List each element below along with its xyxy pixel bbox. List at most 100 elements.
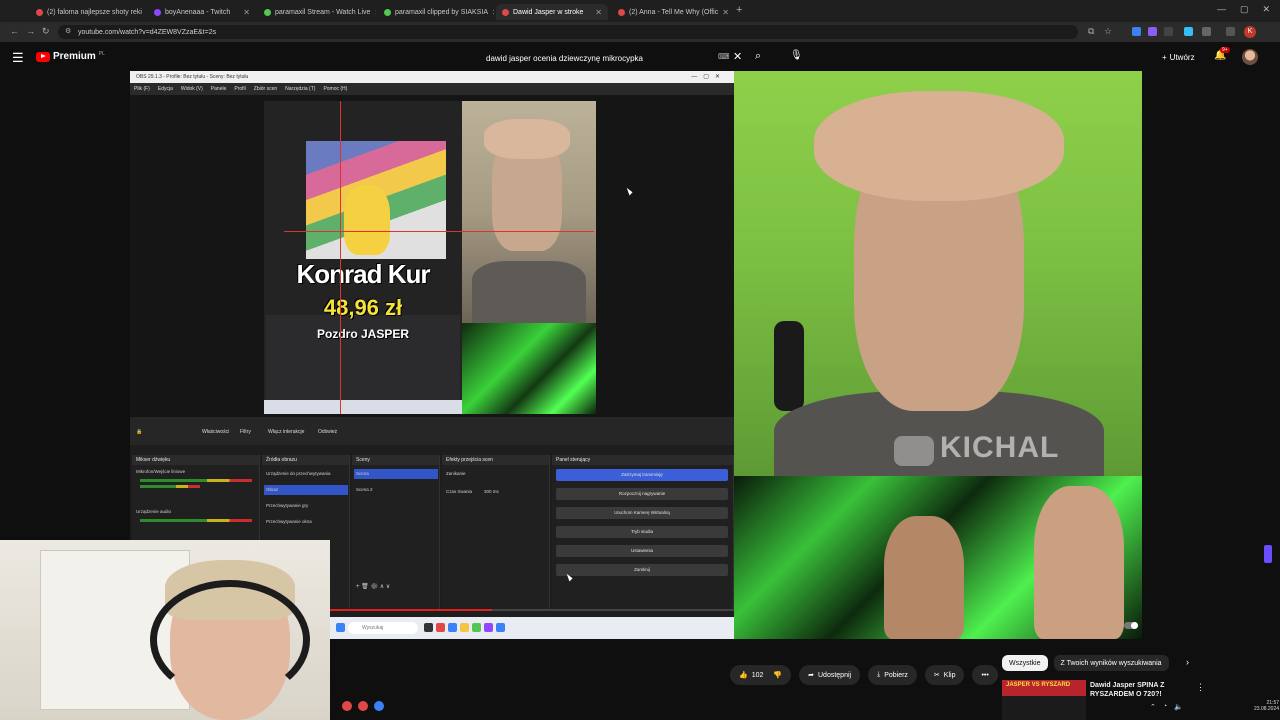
more-vert-icon[interactable]: ⋮ bbox=[1196, 682, 1205, 693]
side-panel-tab[interactable] bbox=[1264, 545, 1272, 563]
account-avatar[interactable] bbox=[1242, 49, 1258, 65]
minimize-icon[interactable]: — bbox=[1217, 4, 1226, 15]
taskbar-app-icon bbox=[484, 623, 493, 632]
obs-source-toolbar: 🔒 Właściwości Filtry Włącz interakcje Od… bbox=[130, 417, 734, 445]
transition-type-select[interactable]: Zanikanie bbox=[446, 471, 466, 476]
filters-button[interactable]: Filtry bbox=[240, 429, 251, 435]
like-button[interactable]: 👍 102 👎 bbox=[730, 665, 792, 685]
close-window-icon[interactable]: ✕ bbox=[1262, 4, 1270, 15]
youtube-favicon-icon bbox=[618, 8, 625, 16]
download-button[interactable]: ⤓ Pobierz bbox=[868, 665, 917, 685]
scene-add-remove-controls[interactable]: + 🗑 ⚙ ∧ ∨ bbox=[356, 583, 390, 590]
stop-streaming-button[interactable]: Zatrzymaj transmisję bbox=[556, 469, 728, 481]
thumbs-down-icon[interactable]: 👎 bbox=[773, 671, 782, 679]
bookmark-star-icon[interactable]: ☆ bbox=[1104, 26, 1112, 37]
extension-icon[interactable] bbox=[1132, 27, 1141, 36]
host-webcam: KICHAL bbox=[734, 71, 1142, 476]
extension-icon[interactable] bbox=[1164, 27, 1173, 36]
create-button[interactable]: + Utwórz bbox=[1158, 49, 1199, 65]
site-info-icon[interactable]: ⚙ bbox=[65, 27, 71, 35]
close-tab-icon[interactable]: ✕ bbox=[243, 8, 250, 17]
browser-tab[interactable]: paramaxil Stream - Watch Live✕ bbox=[258, 4, 376, 20]
virtual-camera-button[interactable]: Uruchom Kamerę Wirtualną bbox=[556, 507, 728, 519]
browser-toolbar: ← → ↻ ⚙ youtube.com/watch?v=d4ZEW8VZzaE&… bbox=[0, 22, 1280, 42]
browser-tab-active[interactable]: Dawid Jasper w stroke ✕ bbox=[496, 4, 608, 20]
chevron-right-icon[interactable]: › bbox=[1186, 657, 1189, 667]
new-tab-button[interactable]: + bbox=[736, 4, 742, 16]
chip-from-search[interactable]: Z Twoich wyników wyszukiwania bbox=[1053, 655, 1169, 671]
reload-icon[interactable]: ↻ bbox=[42, 26, 50, 37]
scene-canvas: Konrad Kur 48,96 zł Pozdro JASPER bbox=[264, 101, 596, 414]
microphone-icon[interactable]: 🎙 bbox=[790, 50, 803, 61]
tray-chevron-icon[interactable]: ⌃ bbox=[1150, 703, 1156, 711]
taskbar-app-icon[interactable] bbox=[358, 701, 368, 711]
recommendation-title[interactable]: Dawid Jasper SPINA Z RYSZARDEM O 720?! bbox=[1090, 681, 1190, 699]
donation-amount: 48,96 zł bbox=[323, 295, 403, 320]
volume-icon[interactable]: 🔈 bbox=[1174, 703, 1183, 711]
recommendation-thumbnail[interactable]: JASPER VS RYSZARD bbox=[1002, 680, 1086, 720]
extensions-puzzle-icon[interactable] bbox=[1202, 27, 1211, 36]
menu-icon[interactable]: ☰ bbox=[12, 50, 24, 66]
clear-search-icon[interactable]: ✕ bbox=[733, 50, 742, 63]
install-app-icon[interactable]: ⧉ bbox=[1088, 26, 1094, 37]
video-progress-bar[interactable] bbox=[330, 609, 734, 611]
browser-tab[interactable]: (2) faloma najlepsze shoty reki✕ bbox=[30, 4, 146, 20]
chip-all[interactable]: Wszystkie bbox=[1002, 655, 1048, 671]
extension-icon[interactable] bbox=[1184, 27, 1193, 36]
browser-tab[interactable]: (2) Anna - Tell Me Why (Offic ✕ bbox=[612, 4, 732, 20]
keyboard-icon[interactable]: ⌨ bbox=[718, 52, 730, 61]
search-icon[interactable]: ⌕ bbox=[755, 50, 761, 63]
start-recording-button[interactable]: Rozpocznij nagrywanie bbox=[556, 488, 728, 500]
windows-start-icon bbox=[336, 623, 345, 632]
exit-button[interactable]: Zamknij bbox=[556, 564, 728, 576]
taskbar-app-icon[interactable] bbox=[342, 701, 352, 711]
network-icon[interactable]: ◔ bbox=[1163, 703, 1167, 711]
filter-chips: Wszystkie Z Twoich wyników wyszukiwania bbox=[1002, 655, 1169, 671]
side-panel-icon[interactable] bbox=[1226, 27, 1235, 36]
share-button[interactable]: ➦ Udostępnij bbox=[799, 665, 861, 685]
more-icon: ••• bbox=[981, 671, 989, 679]
guest-person bbox=[1034, 486, 1124, 639]
alignment-guide bbox=[340, 101, 341, 414]
interact-button[interactable]: Włącz interakcje bbox=[268, 429, 304, 435]
browser-profile-avatar[interactable]: K bbox=[1244, 26, 1256, 38]
extension-icon[interactable] bbox=[1148, 27, 1157, 36]
youtube-logo[interactable]: Premium PL bbox=[36, 51, 105, 62]
taskbar-app-icon[interactable] bbox=[374, 701, 384, 711]
forward-icon[interactable]: → bbox=[26, 26, 35, 36]
youtube-favicon-icon bbox=[502, 8, 509, 16]
alignment-guide bbox=[284, 231, 594, 232]
pikachu-image bbox=[344, 185, 390, 255]
settings-button[interactable]: Ustawienia bbox=[556, 545, 728, 557]
close-tab-icon[interactable]: ✕ bbox=[492, 8, 494, 17]
transition-duration-input[interactable]: 300 ms bbox=[484, 489, 499, 494]
obs-title-bar: OBS 29.1.3 - Profile: Bez tytułu - Sceny… bbox=[130, 71, 734, 83]
more-actions-button[interactable]: ••• bbox=[972, 665, 998, 685]
nested-taskbar bbox=[264, 400, 462, 414]
source-lock-icon[interactable]: 🔒 bbox=[136, 429, 142, 435]
clip-button[interactable]: ✂ Klip bbox=[924, 665, 965, 685]
system-clock[interactable]: 21:57 23.08.2024 bbox=[1254, 700, 1279, 712]
youtube-play-icon bbox=[36, 51, 50, 62]
webcam-source bbox=[462, 101, 596, 323]
twitch-favicon-icon bbox=[154, 8, 161, 16]
controls-dock: Panel sterujący Zatrzymaj transmisję Roz… bbox=[552, 455, 734, 609]
maximize-icon[interactable]: ▢ bbox=[1240, 4, 1249, 15]
host-hands bbox=[814, 91, 1064, 201]
browser-tab[interactable]: boyAnenaaa - Twitch ✕ bbox=[148, 4, 256, 20]
properties-button[interactable]: Właściwości bbox=[202, 429, 229, 435]
youtube-favicon-icon bbox=[36, 8, 43, 16]
autoplay-toggle[interactable] bbox=[1124, 622, 1138, 629]
close-tab-icon[interactable]: ✕ bbox=[722, 8, 729, 17]
address-bar[interactable]: ⚙ youtube.com/watch?v=d4ZEW8VZzaE&t=2s bbox=[58, 25, 1078, 39]
browser-tab[interactable]: paramaxil clipped by SIAKSIA✕ bbox=[378, 4, 494, 20]
refresh-button[interactable]: Odśwież bbox=[318, 429, 337, 435]
back-icon[interactable]: ← bbox=[10, 26, 19, 36]
studio-mode-button[interactable]: Tryb studia bbox=[556, 526, 728, 538]
close-tab-icon[interactable]: ✕ bbox=[595, 8, 602, 17]
close-tab-icon[interactable]: ✕ bbox=[374, 8, 376, 17]
scenes-dock: Sceny Scena Scena 2 + 🗑 ⚙ ∧ ∨ bbox=[352, 455, 440, 609]
search-input[interactable]: dawid jasper ocenia dziewczynę mikrocypk… bbox=[478, 48, 748, 68]
youtube-masthead: ☰ Premium PL dawid jasper ocenia dziewcz… bbox=[0, 42, 1280, 72]
url-text: youtube.com/watch?v=d4ZEW8VZzaE&t=2s bbox=[78, 28, 217, 36]
